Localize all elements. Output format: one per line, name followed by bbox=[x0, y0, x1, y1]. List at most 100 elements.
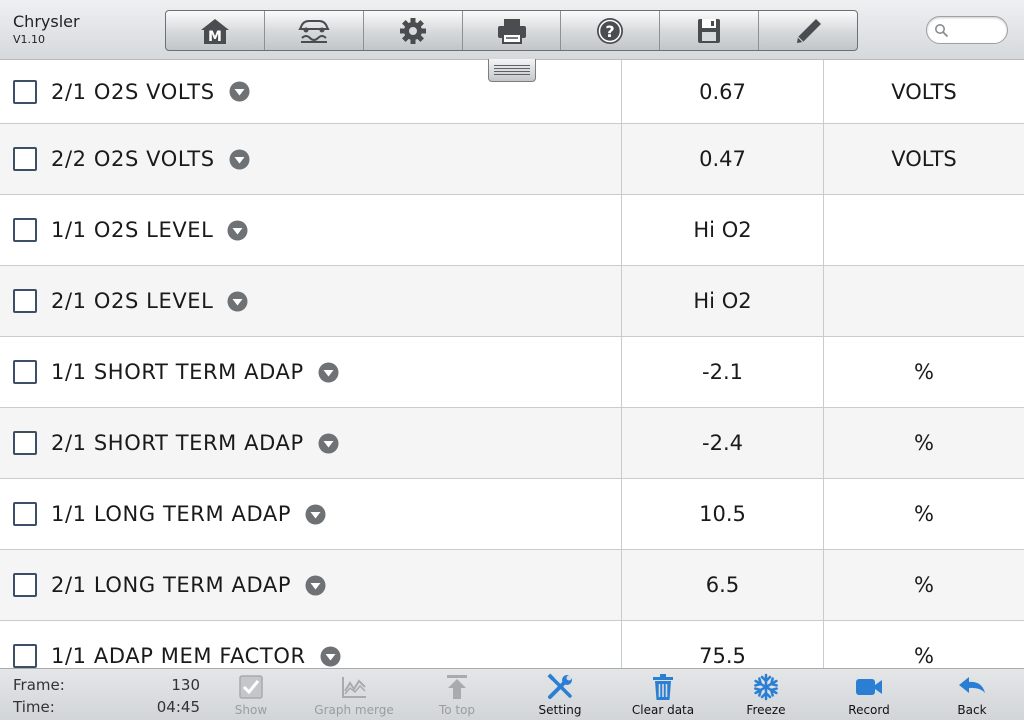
parameter-name: 1/1 ADAP MEM FACTOR bbox=[51, 644, 306, 668]
parameter-name: 2/1 SHORT TERM ADAP bbox=[51, 431, 304, 455]
parameter-value: 0.67 bbox=[621, 60, 823, 123]
parameter-unit bbox=[823, 266, 1024, 336]
row-checkbox[interactable] bbox=[13, 289, 37, 313]
save-button[interactable] bbox=[660, 11, 760, 50]
home-button[interactable]: M bbox=[166, 11, 265, 50]
row-checkbox[interactable] bbox=[13, 79, 37, 104]
dropdown-icon[interactable] bbox=[229, 81, 250, 102]
row-checkbox[interactable] bbox=[13, 147, 37, 171]
row-checkbox[interactable] bbox=[13, 218, 37, 242]
clear-data-label: Clear data bbox=[631, 703, 695, 717]
back-label: Back bbox=[957, 703, 987, 717]
table-row: 1/1 LONG TERM ADAP 10.5 % bbox=[0, 479, 1024, 550]
table-row: 2/1 LONG TERM ADAP 6.5 % bbox=[0, 550, 1024, 621]
gear-icon bbox=[399, 17, 426, 44]
parameter-name: 2/1 LONG TERM ADAP bbox=[51, 573, 292, 597]
dropdown-icon[interactable] bbox=[305, 504, 326, 525]
parameter-cell: 1/1 ADAP MEM FACTOR bbox=[0, 621, 621, 668]
row-checkbox[interactable] bbox=[13, 502, 37, 526]
dropdown-icon[interactable] bbox=[318, 362, 339, 383]
graph-icon bbox=[342, 677, 366, 698]
help-button[interactable]: ? bbox=[561, 11, 661, 50]
setting-label: Setting bbox=[538, 703, 582, 717]
dropdown-icon[interactable] bbox=[227, 291, 248, 312]
edit-button[interactable] bbox=[759, 11, 857, 50]
parameter-cell: 2/1 O2S LEVEL bbox=[0, 266, 621, 336]
to-top-label: To top bbox=[438, 703, 476, 717]
parameter-name: 1/1 O2S LEVEL bbox=[51, 218, 214, 242]
settings-button[interactable] bbox=[364, 11, 463, 50]
parameter-value: 75.5 bbox=[621, 621, 823, 668]
parameter-name: 2/1 O2S LEVEL bbox=[51, 289, 214, 313]
vehicle-connect-icon bbox=[298, 19, 330, 43]
parameter-cell: 2/2 O2S VOLTS bbox=[0, 124, 621, 194]
printer-icon bbox=[497, 18, 526, 44]
table-row: 2/1 O2S LEVEL Hi O2 bbox=[0, 266, 1024, 337]
graph-merge-button[interactable]: Graph merge bbox=[304, 673, 404, 719]
help-icon: ? bbox=[597, 17, 624, 44]
table-row: 1/1 ADAP MEM FACTOR 75.5 % bbox=[0, 621, 1024, 668]
brand: Chrysler V1.10 bbox=[13, 12, 80, 48]
parameter-value: 6.5 bbox=[621, 550, 823, 620]
dropdown-icon[interactable] bbox=[229, 149, 250, 170]
video-camera-icon bbox=[856, 679, 882, 695]
time-value: 04:45 bbox=[156, 698, 200, 716]
back-arrow-icon bbox=[959, 677, 985, 693]
row-checkbox[interactable] bbox=[13, 573, 37, 597]
snowflake-icon bbox=[754, 673, 778, 701]
row-checkbox[interactable] bbox=[13, 431, 37, 455]
table-row: 2/2 O2S VOLTS 0.47 VOLTS bbox=[0, 124, 1024, 195]
time-label: Time: bbox=[13, 698, 55, 716]
home-m-icon: M bbox=[200, 18, 229, 45]
parameter-unit: % bbox=[823, 621, 1024, 668]
pencil-icon bbox=[797, 18, 822, 43]
frame-label: Frame: bbox=[13, 676, 65, 694]
parameter-cell: 1/1 O2S LEVEL bbox=[0, 195, 621, 265]
save-icon bbox=[698, 18, 721, 43]
top-bar: Chrysler V1.10 M ? bbox=[0, 0, 1024, 60]
setting-button[interactable]: Setting bbox=[510, 673, 610, 719]
dropdown-icon[interactable] bbox=[320, 646, 341, 667]
parameter-unit: % bbox=[823, 550, 1024, 620]
live-data-table: 2/1 O2S VOLTS 0.67 VOLTS 2/2 O2S VOLTS 0… bbox=[0, 60, 1024, 668]
back-button[interactable]: Back bbox=[922, 673, 1022, 719]
show-button[interactable]: Show bbox=[201, 673, 301, 719]
parameter-unit: VOLTS bbox=[823, 60, 1024, 123]
dropdown-icon[interactable] bbox=[227, 220, 248, 241]
vehicle-connect-button[interactable] bbox=[265, 11, 364, 50]
svg-text:M: M bbox=[208, 29, 222, 45]
parameter-unit: % bbox=[823, 479, 1024, 549]
parameter-unit: % bbox=[823, 337, 1024, 407]
parameter-unit: % bbox=[823, 408, 1024, 478]
parameter-unit: VOLTS bbox=[823, 124, 1024, 194]
parameter-value: -2.1 bbox=[621, 337, 823, 407]
parameter-value: 0.47 bbox=[621, 124, 823, 194]
freeze-button[interactable]: Freeze bbox=[716, 673, 816, 719]
dropdown-icon[interactable] bbox=[318, 433, 339, 454]
toolbar-pull-handle[interactable] bbox=[488, 59, 536, 82]
parameter-unit bbox=[823, 195, 1024, 265]
parameter-name: 2/2 O2S VOLTS bbox=[51, 147, 215, 171]
row-checkbox[interactable] bbox=[13, 644, 37, 668]
trash-icon bbox=[653, 674, 673, 700]
to-top-button[interactable]: To top bbox=[407, 673, 507, 719]
freeze-label: Freeze bbox=[746, 703, 786, 717]
parameter-name: 1/1 SHORT TERM ADAP bbox=[51, 360, 304, 384]
dropdown-icon[interactable] bbox=[305, 575, 326, 596]
clear-data-button[interactable]: Clear data bbox=[613, 673, 713, 719]
parameter-value: -2.4 bbox=[621, 408, 823, 478]
search-box[interactable] bbox=[926, 16, 1008, 44]
print-button[interactable] bbox=[463, 11, 562, 50]
search-input[interactable] bbox=[953, 21, 1001, 39]
table-row: 1/1 SHORT TERM ADAP -2.1 % bbox=[0, 337, 1024, 408]
frame-value: 130 bbox=[171, 676, 200, 694]
parameter-cell: 2/1 LONG TERM ADAP bbox=[0, 550, 621, 620]
parameter-cell: 2/1 SHORT TERM ADAP bbox=[0, 408, 621, 478]
search-icon bbox=[935, 24, 949, 38]
record-button[interactable]: Record bbox=[819, 673, 919, 719]
parameter-name: 1/1 LONG TERM ADAP bbox=[51, 502, 292, 526]
main-toolbar: M ? bbox=[165, 10, 858, 51]
app-name: Chrysler bbox=[13, 12, 80, 31]
parameter-value: Hi O2 bbox=[621, 266, 823, 336]
row-checkbox[interactable] bbox=[13, 360, 37, 384]
